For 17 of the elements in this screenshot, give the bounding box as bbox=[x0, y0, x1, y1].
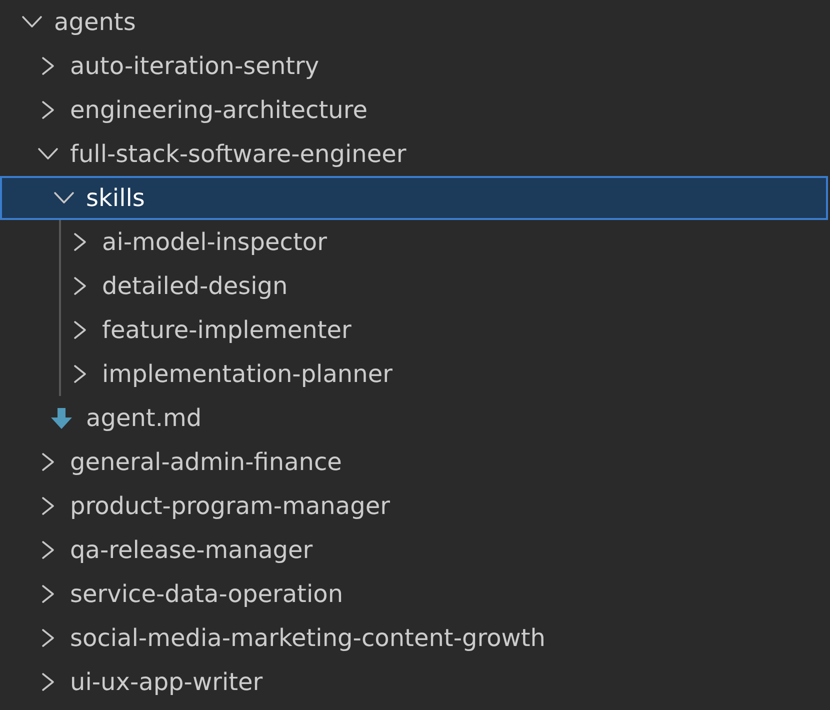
file-item[interactable]: agent.md bbox=[54, 396, 202, 440]
folder-item[interactable]: skills bbox=[0, 176, 828, 220]
folder-item[interactable]: ai-model-inspector bbox=[70, 220, 327, 264]
folder-item[interactable]: qa-release-manager bbox=[38, 528, 313, 572]
folder-item[interactable]: auto-iteration-sentry bbox=[38, 44, 320, 88]
folder-item[interactable]: full-stack-software-engineer bbox=[38, 132, 406, 176]
folder-item[interactable]: ui-ux-app-writer bbox=[38, 660, 263, 704]
folder-item[interactable]: agents bbox=[22, 0, 136, 44]
folder-item[interactable]: engineering-architecture bbox=[38, 88, 368, 132]
down-arrow-icon bbox=[51, 408, 72, 428]
folder-item[interactable]: general-admin-finance bbox=[38, 440, 342, 484]
folder-item[interactable]: service-data-operation bbox=[38, 572, 344, 616]
folder-item[interactable]: product-program-manager bbox=[38, 484, 390, 528]
folder-item[interactable]: detailed-design bbox=[70, 264, 288, 308]
folder-item[interactable]: social-media-marketing-content-growth bbox=[38, 616, 546, 660]
folder-item[interactable]: feature-implementer bbox=[70, 308, 352, 352]
folder-item[interactable]: implementation-planner bbox=[70, 352, 392, 396]
